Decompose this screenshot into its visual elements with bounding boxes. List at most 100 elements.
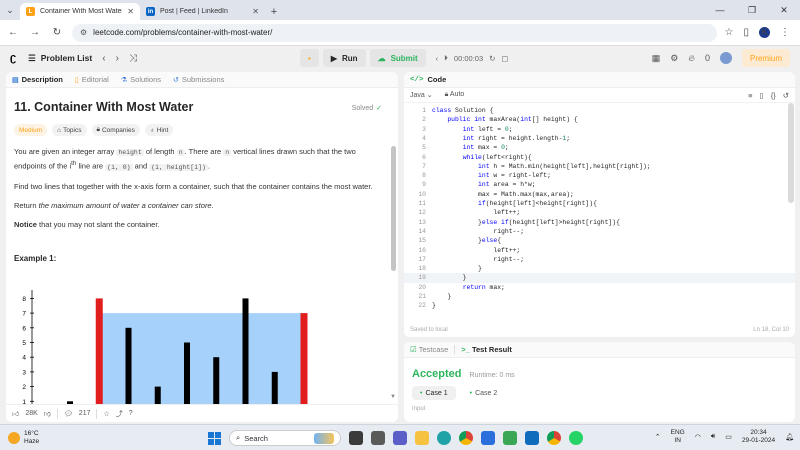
code-line[interactable]: 9 int area = h*w;: [404, 180, 795, 189]
tab-solutions[interactable]: ⚗ Solutions: [121, 75, 161, 84]
timer-reset-icon[interactable]: ↻: [489, 54, 495, 63]
code-line[interactable]: 15 }else{: [404, 236, 795, 245]
chrome-browser-icon[interactable]: [459, 431, 473, 445]
hint-tag[interactable]: ♁ Hint: [144, 124, 174, 136]
code-editor[interactable]: 1 class Solution {2 public int maxArea(in…: [404, 103, 795, 317]
battery-icon[interactable]: ▭: [725, 433, 732, 441]
submit-button[interactable]: ☁ Submit: [369, 49, 426, 67]
scroll-down-icon[interactable]: ▼: [390, 394, 396, 400]
bookmark-star-icon[interactable]: ☆: [725, 27, 734, 38]
profile-avatar[interactable]: K: [759, 27, 770, 38]
site-info-icon[interactable]: ⚙: [80, 28, 87, 37]
new-tab-button[interactable]: +: [265, 3, 283, 20]
notification-bell-icon[interactable]: 🔔︎: [785, 433, 794, 441]
tab-description[interactable]: ▤ Description: [12, 75, 63, 84]
next-problem-icon[interactable]: ›: [116, 53, 119, 64]
file-explorer-icon[interactable]: [415, 431, 429, 445]
tab-testcase[interactable]: ☑ Testcase: [410, 345, 448, 354]
tab-submissions[interactable]: ↺ Submissions: [173, 75, 224, 84]
settings-gear-icon[interactable]: ⚙: [670, 53, 678, 64]
timer-stop-icon[interactable]: ▢: [501, 54, 508, 63]
reload-icon[interactable]: ↻: [50, 27, 64, 38]
app-icon[interactable]: [503, 431, 517, 445]
code-line[interactable]: 22}: [404, 301, 795, 310]
volume-icon[interactable]: 🔊︎: [711, 433, 715, 441]
description-scrollbar[interactable]: [391, 146, 396, 271]
code-line[interactable]: 17 right--;: [404, 255, 795, 264]
maximize-icon[interactable]: ❐: [736, 0, 768, 20]
mail-app-icon[interactable]: [525, 431, 539, 445]
code-line[interactable]: 8 int w = right-left;: [404, 171, 795, 180]
bookmark-icon[interactable]: ▯: [760, 91, 764, 100]
close-tab-icon[interactable]: ✕: [252, 7, 259, 16]
shuffle-icon[interactable]: ⤨: [129, 53, 137, 64]
tab-editorial[interactable]: ▯ Editorial: [75, 75, 109, 84]
debug-button[interactable]: ▪: [300, 49, 319, 67]
code-line[interactable]: 5 int max = 0;: [404, 143, 795, 152]
code-line[interactable]: 6 while(left<right){: [404, 153, 795, 162]
code-line[interactable]: 12 left++;: [404, 208, 795, 217]
language-select[interactable]: Java ⌄: [410, 91, 433, 99]
code-line[interactable]: 4 int right = height.length-1;: [404, 134, 795, 143]
code-line[interactable]: 19 }: [404, 273, 795, 283]
task-view-icon[interactable]: [349, 431, 363, 445]
topics-tag[interactable]: ⌂ Topics: [52, 124, 87, 136]
code-line[interactable]: 18 }: [404, 264, 795, 273]
code-line[interactable]: 10 max = Math.max(max,area);: [404, 190, 795, 199]
minimize-icon[interactable]: —: [704, 0, 736, 20]
comment-icon[interactable]: 💬︎: [64, 410, 73, 418]
edge-browser-icon[interactable]: [437, 431, 451, 445]
companies-tag[interactable]: 🔒︎ Companies: [91, 124, 140, 136]
premium-button[interactable]: Premium: [741, 49, 790, 67]
windows-start-icon[interactable]: [208, 431, 221, 445]
star-icon[interactable]: ☆: [103, 410, 109, 418]
wifi-icon[interactable]: ◠: [695, 433, 701, 441]
run-button[interactable]: ▶ Run: [322, 49, 366, 67]
auto-mode-toggle[interactable]: 🔒︎ Auto: [445, 91, 465, 99]
fire-streak-icon[interactable]: 🔥︎: [688, 53, 695, 64]
code-line[interactable]: 20 return max;: [404, 283, 795, 292]
problem-list-button[interactable]: ☰ Problem List: [28, 53, 92, 64]
user-avatar[interactable]: [719, 52, 732, 64]
url-input[interactable]: ⚙ leetcode.com/problems/container-with-m…: [72, 23, 717, 42]
dislike-icon[interactable]: 👎︎: [44, 409, 51, 418]
code-line[interactable]: 7 int h = Math.min(height[left],height[r…: [404, 162, 795, 171]
chrome-active-icon[interactable]: [547, 431, 561, 445]
problem-title[interactable]: 11. Container With Most Water: [14, 100, 390, 114]
layout-grid-icon[interactable]: ▦: [652, 53, 661, 64]
clock[interactable]: 20:34 29-01-2024: [742, 429, 775, 445]
reset-code-icon[interactable]: ↺: [783, 91, 789, 100]
side-panel-icon[interactable]: ▯: [743, 27, 749, 38]
menu-kebab-icon[interactable]: ⋮: [780, 27, 790, 38]
code-line[interactable]: 2 public int maxArea(int[] height) {: [404, 115, 795, 124]
code-line[interactable]: 13 }else if(height[left]>height[right]){: [404, 218, 795, 227]
language-indicator[interactable]: ENG IN: [671, 429, 685, 445]
braces-icon[interactable]: {}: [771, 91, 776, 100]
code-line[interactable]: 3 int left = 0;: [404, 125, 795, 134]
whatsapp-icon[interactable]: [569, 431, 583, 445]
tab-test-result[interactable]: >_ Test Result: [461, 345, 512, 354]
share-icon[interactable]: ⤴: [116, 409, 123, 419]
browser-tab-leetcode[interactable]: L Container With Most Water - L... ✕: [20, 3, 140, 20]
code-line[interactable]: 11 if(height[left]<height[right]){: [404, 199, 795, 208]
back-icon[interactable]: ←: [6, 27, 20, 38]
case-2-tab[interactable]: • Case 2: [462, 386, 506, 400]
code-line[interactable]: 21 }: [404, 292, 795, 301]
close-tab-icon[interactable]: ✕: [127, 7, 134, 16]
code-line[interactable]: 16 left++;: [404, 246, 795, 255]
timer-play-icon[interactable]: ⏵: [444, 53, 448, 63]
browser-tab-linkedin[interactable]: in Post | Feed | LinkedIn ✕: [140, 3, 265, 20]
like-icon[interactable]: 👍︎: [12, 409, 19, 418]
weather-widget[interactable]: 16°C Haze: [0, 430, 180, 446]
prev-problem-icon[interactable]: ‹: [102, 53, 105, 64]
camera-app-icon[interactable]: [371, 431, 385, 445]
leetcode-logo-icon[interactable]: ʗ: [10, 52, 16, 64]
help-icon[interactable]: ?: [129, 410, 133, 417]
close-window-icon[interactable]: ✕: [768, 0, 800, 20]
code-line[interactable]: 14 right--;: [404, 227, 795, 236]
code-line[interactable]: 1 class Solution {: [404, 106, 795, 115]
teams-icon[interactable]: [393, 431, 407, 445]
store-app-icon[interactable]: [481, 431, 495, 445]
format-lines-icon[interactable]: ≡: [748, 91, 752, 100]
collapse-timer-icon[interactable]: ‹: [436, 54, 439, 63]
